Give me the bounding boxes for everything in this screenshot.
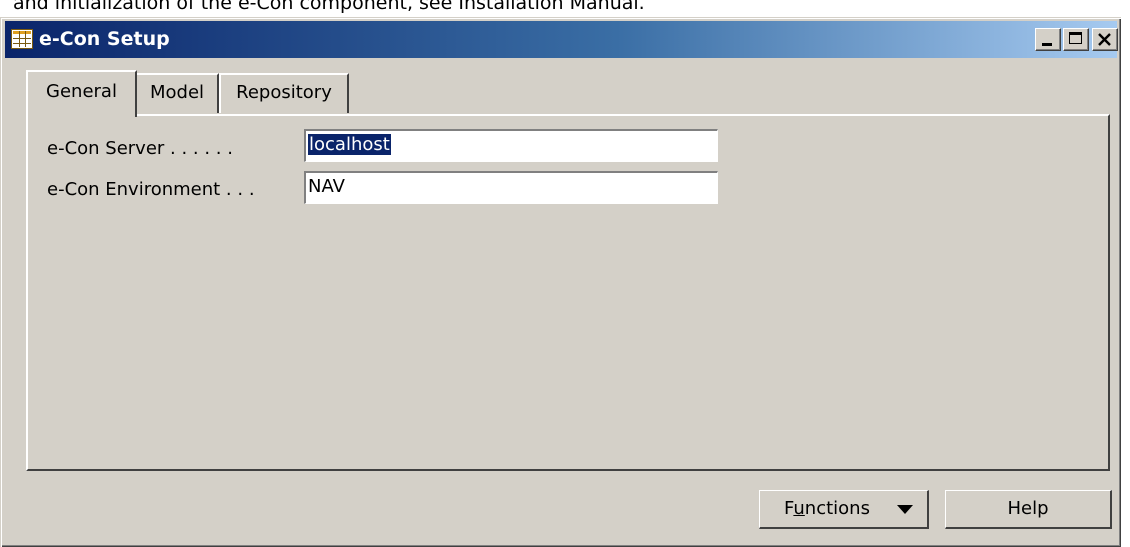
document-text-line: and initialization of the e-Con componen… xyxy=(13,0,645,14)
tab-repository[interactable]: Repository xyxy=(219,73,349,113)
title-bar[interactable]: e-Con Setup xyxy=(5,21,1118,58)
table-icon xyxy=(11,29,33,49)
selected-text: localhost xyxy=(308,134,391,155)
dropdown-arrow-icon xyxy=(897,505,913,514)
functions-button-label: Functions xyxy=(784,498,870,519)
econ-environment-label: e-Con Environment . . . xyxy=(47,179,255,200)
tab-model[interactable]: Model xyxy=(137,73,219,113)
maximize-icon xyxy=(1069,32,1082,44)
econ-server-input[interactable]: localhost xyxy=(304,129,718,162)
tab-general[interactable]: General xyxy=(26,70,137,117)
close-button[interactable] xyxy=(1092,28,1118,51)
help-button[interactable]: Help xyxy=(945,490,1112,529)
functions-button[interactable]: Functions xyxy=(759,490,929,529)
econ-server-label: e-Con Server . . . . . . xyxy=(47,138,233,159)
maximize-button[interactable] xyxy=(1063,28,1089,51)
general-tab-panel xyxy=(26,114,1110,471)
minimize-button[interactable] xyxy=(1035,28,1061,51)
window-title: e-Con Setup xyxy=(39,28,170,50)
econ-environment-input[interactable]: NAV xyxy=(304,171,718,204)
close-icon xyxy=(1098,33,1111,46)
minimize-icon xyxy=(1042,43,1052,46)
